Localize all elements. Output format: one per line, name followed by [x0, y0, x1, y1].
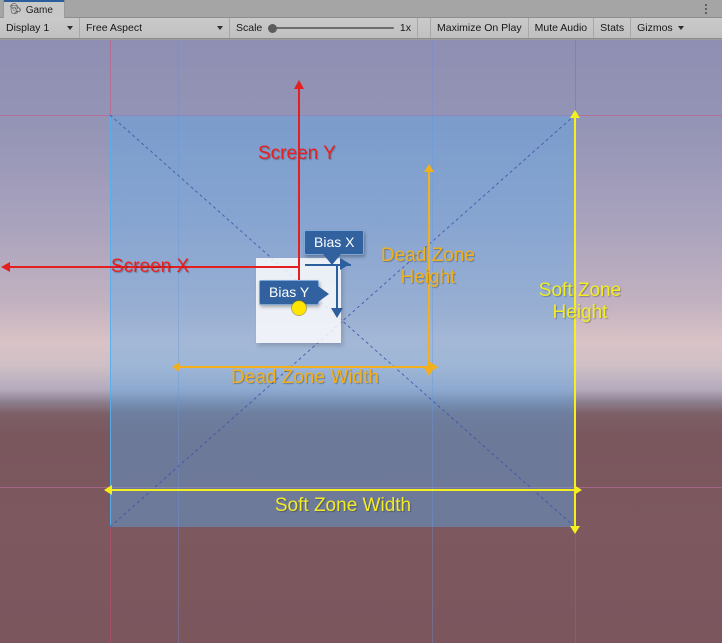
dead-zone-width-left-arrow-icon [172, 362, 180, 372]
soft-zone-height-bottom-arrow-icon [570, 526, 580, 534]
window-tab-bar: 🕵︎ Game [0, 0, 722, 18]
dead-zone-height-top-arrow-icon [424, 164, 434, 172]
scale-slider[interactable] [268, 22, 394, 34]
display-dropdown[interactable]: Display 1 [0, 18, 80, 38]
bias-x-callout-tail-icon [323, 254, 341, 265]
bias-y-label: Bias Y [269, 284, 310, 300]
tracked-target-dot[interactable] [292, 301, 306, 315]
soft-zone-height-top-arrow-icon [570, 110, 580, 118]
mute-audio-label: Mute Audio [534, 22, 588, 34]
game-viewport[interactable]: Screen Y Screen X Dead Zone Height Dead … [0, 40, 722, 643]
tab-game[interactable]: 🕵︎ Game [3, 0, 65, 18]
scale-slider-group[interactable]: Scale 1x [230, 18, 418, 38]
screen-y-arrow-icon [294, 80, 304, 89]
maximize-on-play-toggle[interactable]: Maximize On Play [431, 18, 529, 38]
bias-y-handle-icon[interactable] [331, 308, 343, 318]
aspect-ratio-label: Free Aspect [86, 22, 143, 34]
screen-x-arrow-icon [1, 262, 10, 272]
soft-zone-width-left-arrow-icon [104, 485, 112, 495]
scale-slider-track [268, 27, 394, 29]
soft-zone-height-measure [570, 110, 580, 534]
chevron-down-icon [217, 26, 223, 30]
dead-zone-width-measure [172, 362, 438, 372]
scale-value: 1x [399, 22, 411, 34]
tab-game-label: Game [25, 4, 53, 16]
scale-label: Scale [236, 22, 263, 34]
gizmos-dropdown[interactable] [675, 18, 689, 38]
bias-x-label: Bias X [314, 234, 355, 250]
bias-x-callout[interactable]: Bias X [304, 230, 365, 265]
game-view-toolbar: Display 1 Free Aspect Scale 1x Maximize … [0, 18, 722, 39]
soft-zone-height-line [574, 118, 576, 526]
stats-toggle[interactable]: Stats [594, 18, 632, 38]
dead-zone-height-measure [424, 164, 434, 376]
maximize-on-play-label: Maximize On Play [437, 22, 522, 34]
screen-y-axis-line [298, 88, 300, 310]
bias-y-handle-bar[interactable] [336, 266, 338, 314]
soft-zone-width-line [112, 489, 574, 491]
game-view-window: 🕵︎ Game Display 1 Free Aspect Scale 1x M [0, 0, 722, 643]
dead-zone-height-line [428, 172, 430, 368]
dead-zone-diagonals [109, 114, 576, 528]
gizmos-label: Gizmos [637, 22, 673, 34]
dead-zone-width-right-arrow-icon [430, 362, 438, 372]
dead-zone-width-line [180, 366, 430, 368]
scale-slider-knob[interactable] [268, 23, 278, 33]
display-dropdown-label: Display 1 [6, 22, 50, 34]
gizmos-toggle[interactable]: Gizmos [631, 18, 675, 38]
chevron-down-icon [67, 26, 73, 30]
toolbar-spacer [418, 18, 431, 38]
bias-y-callout-tail-icon [318, 286, 330, 302]
screen-x-axis-line [10, 266, 300, 268]
aspect-ratio-dropdown[interactable]: Free Aspect [80, 18, 230, 38]
soft-zone-width-right-arrow-icon [574, 485, 582, 495]
chevron-down-icon [677, 26, 684, 30]
kebab-menu-icon[interactable] [700, 2, 712, 16]
game-controller-icon: 🕵︎ [9, 4, 22, 15]
bias-y-callout[interactable]: Bias Y [259, 280, 330, 305]
bias-x-handle-icon[interactable] [340, 258, 350, 270]
stats-label: Stats [600, 22, 625, 34]
soft-zone-width-measure [104, 485, 582, 495]
mute-audio-toggle[interactable]: Mute Audio [529, 18, 595, 38]
